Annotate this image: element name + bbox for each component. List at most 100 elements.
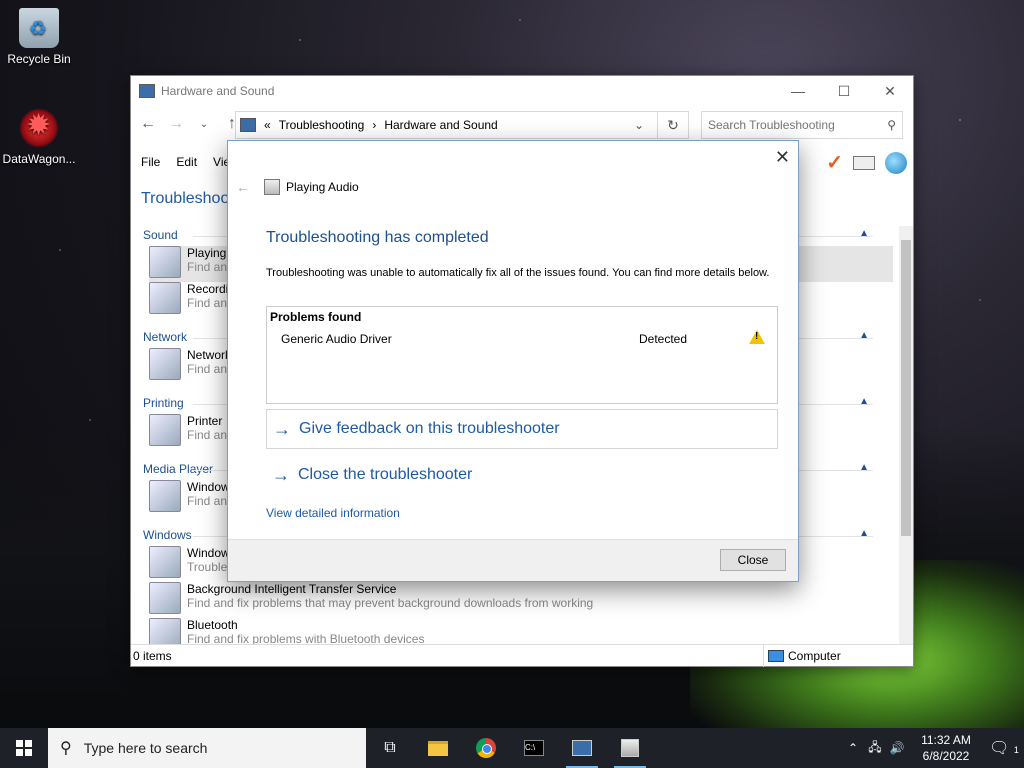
system-tray: ⌃ 🖧 🔊 11:32 AM 6/8/2022 🗨 1 [842,728,1024,768]
clock-time: 11:32 AM [921,733,971,747]
title-bar[interactable]: Hardware and Sound — ☐ ✕ [131,76,913,106]
dialog-heading: Troubleshooting has completed [266,229,489,246]
troubleshooter-dialog: ✕ ← Playing Audio Troubleshooting has co… [227,140,799,582]
cmd-button[interactable]: C:\ [510,728,558,768]
speaker-icon [264,179,280,195]
minimize-button[interactable]: — [775,83,821,100]
warning-icon [749,330,765,344]
breadcrumb-hardware-sound[interactable]: Hardware and Sound [384,118,497,132]
windows-update-icon [149,546,181,578]
collapse-icon[interactable]: ▲ [859,462,869,473]
vertical-scrollbar[interactable] [899,226,913,644]
close-button[interactable]: Close [720,549,786,571]
arrow-right-icon: → [272,464,290,485]
problem-name: Generic Audio Driver [281,332,392,346]
microphone-icon [149,282,181,314]
media-player-icon [149,480,181,512]
item-count: 0 items [133,648,172,663]
problem-status: Detected [639,332,688,346]
dialog-header: Playing Audio [286,180,359,194]
checkmark-icon[interactable]: ✓ [826,150,843,175]
collapse-icon[interactable]: ▲ [859,228,869,239]
globe-icon[interactable] [885,151,907,174]
dialog-footer: Close [228,539,798,581]
control-panel-icon [572,740,592,756]
troubleshooter-button[interactable] [606,728,654,768]
search-icon: ⚲ [887,118,896,132]
notification-icon: 🗨 [989,740,1010,757]
network-icon[interactable]: 🖧 [864,738,886,759]
bits-icon [149,582,181,614]
computer-icon [768,650,784,662]
desktop-icon-label: DataWagon... [2,152,76,166]
feedback-link[interactable]: → Give feedback on this troubleshooter [266,409,778,449]
close-window-button[interactable]: ✕ [867,83,913,100]
menu-file[interactable]: File [141,155,160,169]
task-view-button[interactable]: ⧉ [366,728,414,768]
breadcrumb-separator-icon[interactable]: › [372,118,376,132]
task-view-icon: ⧉ [384,739,396,756]
file-explorer-button[interactable] [414,728,462,768]
arrow-right-icon: → [273,418,291,439]
menu-edit[interactable]: Edit [176,155,197,169]
collapse-icon[interactable]: ▲ [859,330,869,341]
dialog-description: Troubleshooting was unable to automatica… [266,267,770,279]
notification-count: 1 [1013,745,1019,755]
problems-box: Problems found Generic Audio Driver Dete… [266,306,778,404]
close-troubleshooter-link[interactable]: → Close the troubleshooter [266,455,778,495]
search-input[interactable]: Search Troubleshooting ⚲ [701,111,903,139]
desktop-icon-recycle-bin[interactable]: Recycle Bin [0,8,78,66]
view-details-link[interactable]: View detailed information [266,506,400,520]
refresh-button[interactable]: ↻ [657,111,689,139]
taskbar-search[interactable]: ⚲ Type here to search [48,728,366,768]
collapse-icon[interactable]: ▲ [859,528,869,539]
taskbar-search-placeholder: Type here to search [83,740,208,756]
troubleshooter-icon [621,739,639,757]
collapse-icon[interactable]: ▲ [859,396,869,407]
address-location-icon [240,118,256,132]
chrome-icon [476,738,496,758]
list-item[interactable]: Background Intelligent Transfer Service F… [149,582,893,618]
network-icon [149,348,181,380]
status-bar: 0 items Computer [131,644,913,667]
recent-chevron-icon[interactable]: ⌄ [193,119,215,130]
chrome-button[interactable] [462,728,510,768]
back-arrow-icon[interactable]: ← [236,179,250,195]
forward-arrow-icon[interactable]: → [165,115,187,133]
desktop-icon-datawagon[interactable]: DataWagon... [0,108,78,166]
folder-icon [428,740,448,756]
control-panel-icon [139,84,155,98]
chevron-up-icon[interactable]: ⌃ [842,741,864,755]
clock[interactable]: 11:32 AM 6/8/2022 [908,732,984,764]
desktop-icon-label: Recycle Bin [7,52,71,66]
control-panel-button[interactable] [558,728,606,768]
taskbar: ⚲ Type here to search ⧉ C:\ ⌃ 🖧 🔊 11:32 … [0,728,1024,768]
maximize-button[interactable]: ☐ [821,83,867,100]
recycle-bin-icon [19,8,59,48]
breadcrumb-troubleshooting[interactable]: Troubleshooting [279,118,365,132]
notification-button[interactable]: 🗨 1 [984,738,1024,758]
status-location: Computer [788,649,841,663]
breadcrumb-prefix: « [264,118,271,132]
datawagon-icon [19,108,59,148]
problems-header: Problems found [270,310,362,324]
window-title: Hardware and Sound [161,84,275,98]
address-dropdown-icon[interactable]: ⌄ [634,118,644,132]
volume-icon[interactable]: 🔊 [886,741,908,755]
search-icon: ⚲ [60,740,72,757]
windows-logo-icon [16,740,32,756]
clock-date: 6/8/2022 [922,749,970,763]
bluetooth-icon [149,618,181,644]
back-arrow-icon[interactable]: ← [137,115,159,133]
terminal-icon: C:\ [524,740,544,756]
address-bar[interactable]: « Troubleshooting › Hardware and Sound ⌄ [235,111,681,139]
speaker-icon [149,246,181,278]
search-placeholder: Search Troubleshooting [708,118,835,132]
scrollbar-thumb[interactable] [901,240,911,536]
start-button[interactable] [0,728,48,768]
list-item[interactable]: Bluetooth Find and fix problems with Blue… [149,618,893,644]
message-icon[interactable] [853,155,875,170]
page-title: Troubleshoo [141,190,230,207]
printer-icon [149,414,181,446]
close-icon[interactable]: ✕ [775,147,790,168]
